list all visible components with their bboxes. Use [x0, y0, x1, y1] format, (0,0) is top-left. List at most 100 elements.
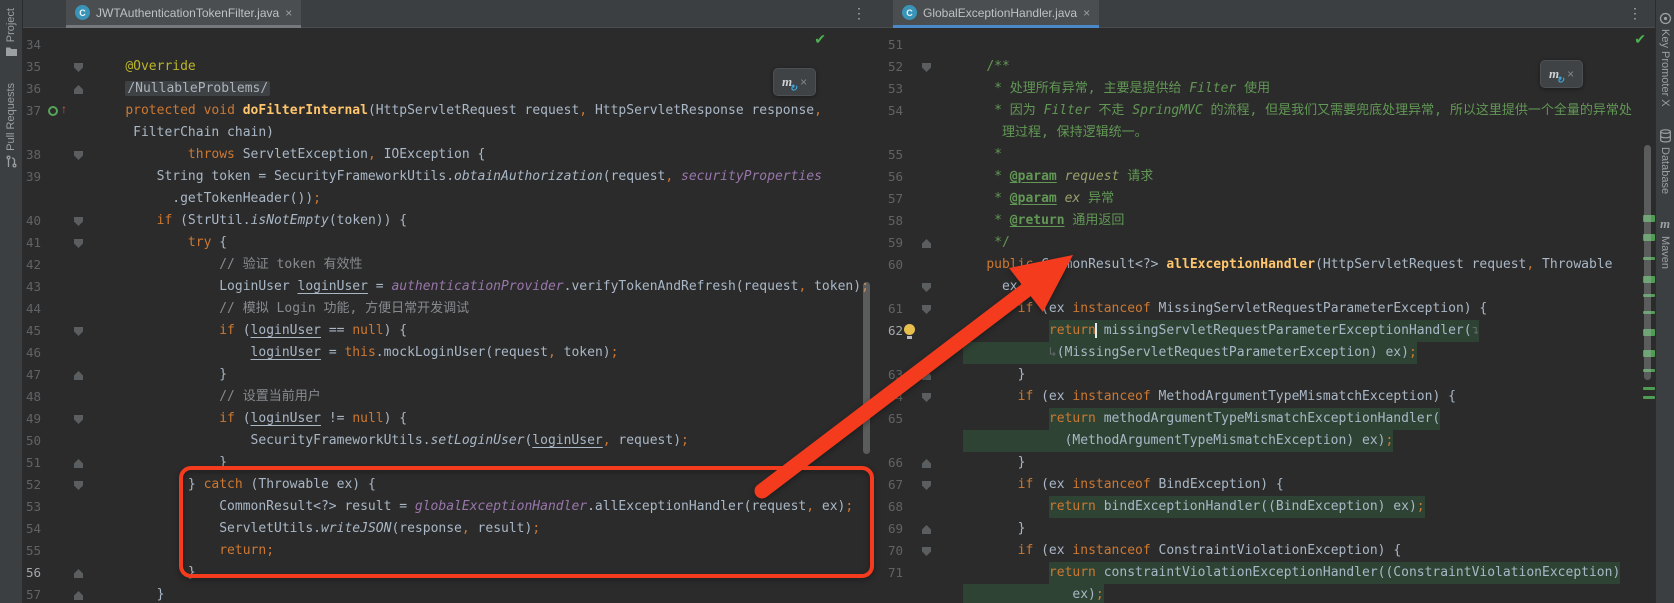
gutter[interactable]: 45: [22, 320, 90, 342]
code-line[interactable]: 56 }: [22, 562, 878, 584]
code-line[interactable]: (MethodArgumentTypeMismatchException) ex…: [878, 430, 1656, 452]
gutter[interactable]: [878, 276, 950, 298]
code-line[interactable]: 57 }: [22, 584, 878, 603]
code-line[interactable]: 56 * @param request 请求: [878, 166, 1656, 188]
line-number[interactable]: 36: [26, 78, 41, 100]
gutter[interactable]: 42: [22, 254, 90, 276]
line-number[interactable]: 47: [26, 364, 41, 386]
close-icon[interactable]: ×: [1567, 67, 1574, 81]
gutter[interactable]: 56: [22, 562, 90, 584]
code-line[interactable]: 68 return bindExceptionHandler((BindExce…: [878, 496, 1656, 518]
line-number[interactable]: 63: [888, 364, 903, 386]
code-line[interactable]: 66 }: [878, 452, 1656, 474]
code-line[interactable]: 70 if (ex instanceof ConstraintViolation…: [878, 540, 1656, 562]
gutter[interactable]: 71: [878, 562, 950, 584]
line-number[interactable]: 51: [26, 452, 41, 474]
code-line[interactable]: 54 * 因为 Filter 不走 SpringMVC 的流程, 但是我们又需要…: [878, 100, 1656, 122]
gutter[interactable]: 57: [878, 188, 950, 210]
code-editor-right[interactable]: 5152 /**53 * 处理所有异常, 主要是提供给 Filter 使用54 …: [878, 28, 1656, 603]
fold-toggle-icon[interactable]: [74, 239, 83, 248]
gutter[interactable]: 46: [22, 342, 90, 364]
code-line[interactable]: 55 *: [878, 144, 1656, 166]
gutter[interactable]: 59: [878, 232, 950, 254]
code-line[interactable]: 67 if (ex instanceof BindException) {: [878, 474, 1656, 496]
code-line[interactable]: 60 public CommonResult<?> allExceptionHa…: [878, 254, 1656, 276]
code-line[interactable]: 62 return missingServletRequestParameter…: [878, 320, 1656, 342]
tab-jwt-authentication-token-filter[interactable]: C JWTAuthenticationTokenFilter.java ×: [66, 0, 301, 28]
gutter[interactable]: 49: [22, 408, 90, 430]
code-line[interactable]: 36 /NullableProblems/: [22, 78, 878, 100]
code-line[interactable]: ex);: [878, 584, 1656, 603]
line-number[interactable]: 66: [888, 452, 903, 474]
code-line[interactable]: 53 CommonResult<?> result = globalExcept…: [22, 496, 878, 518]
line-number[interactable]: 56: [888, 166, 903, 188]
line-number[interactable]: 46: [26, 342, 41, 364]
gutter[interactable]: 58: [878, 210, 950, 232]
code-line[interactable]: ex) {: [878, 276, 1656, 298]
gutter[interactable]: 65: [878, 408, 950, 430]
gutter[interactable]: 54: [878, 100, 950, 122]
line-number[interactable]: 54: [26, 518, 41, 540]
intention-bulb-icon[interactable]: [904, 324, 915, 335]
code-line[interactable]: 71 return constraintViolationExceptionHa…: [878, 562, 1656, 584]
code-line[interactable]: 37↑ protected void doFilterInternal(Http…: [22, 100, 878, 122]
fold-toggle-icon[interactable]: [922, 525, 931, 534]
code-line[interactable]: 44 // 模拟 Login 功能, 方便日常开发调试: [22, 298, 878, 320]
code-line[interactable]: 49 if (loginUser != null) {: [22, 408, 878, 430]
code-line[interactable]: 55 return;: [22, 540, 878, 562]
close-icon[interactable]: ×: [800, 75, 807, 89]
gutter[interactable]: 53: [22, 496, 90, 518]
line-number[interactable]: 54: [888, 100, 903, 122]
fold-toggle-icon[interactable]: [922, 305, 931, 314]
gutter[interactable]: 39: [22, 166, 90, 188]
line-number[interactable]: 43: [26, 276, 41, 298]
fold-toggle-icon[interactable]: [74, 151, 83, 160]
gutter[interactable]: 51: [878, 34, 950, 56]
gutter[interactable]: 52: [22, 474, 90, 496]
line-number[interactable]: 71: [888, 562, 903, 584]
gutter[interactable]: 60: [878, 254, 950, 276]
line-number[interactable]: 59: [888, 232, 903, 254]
code-line[interactable]: 理过程, 保持逻辑统一。: [878, 122, 1656, 144]
code-line[interactable]: 35 @Override: [22, 56, 878, 78]
tool-button-project[interactable]: Project: [0, 8, 22, 57]
gutter[interactable]: [878, 342, 950, 364]
line-number[interactable]: 58: [888, 210, 903, 232]
gutter[interactable]: 40: [22, 210, 90, 232]
code-line[interactable]: 50 SecurityFrameworkUtils.setLoginUser(l…: [22, 430, 878, 452]
code-line[interactable]: 41 try {: [22, 232, 878, 254]
line-number[interactable]: 57: [26, 584, 41, 603]
gutter[interactable]: 55: [22, 540, 90, 562]
gutter[interactable]: 55: [878, 144, 950, 166]
line-number[interactable]: 50: [26, 430, 41, 452]
gutter[interactable]: 35: [22, 56, 90, 78]
fold-toggle-icon[interactable]: [74, 63, 83, 72]
fold-toggle-icon[interactable]: [74, 569, 83, 578]
fold-toggle-icon[interactable]: [74, 481, 83, 490]
line-number[interactable]: 39: [26, 166, 41, 188]
line-number[interactable]: 57: [888, 188, 903, 210]
code-line[interactable]: 61 if (ex instanceof MissingServletReque…: [878, 298, 1656, 320]
line-number[interactable]: 67: [888, 474, 903, 496]
fold-toggle-icon[interactable]: [922, 393, 931, 402]
code-line[interactable]: 51: [878, 34, 1656, 56]
fold-toggle-icon[interactable]: [74, 591, 83, 600]
line-number[interactable]: 42: [26, 254, 41, 276]
line-number[interactable]: 44: [26, 298, 41, 320]
gutter[interactable]: 62: [878, 320, 950, 342]
code-line[interactable]: 48 // 设置当前用户: [22, 386, 878, 408]
tool-button-maven[interactable]: m Maven: [1656, 216, 1674, 269]
line-number[interactable]: 51: [888, 34, 903, 56]
line-number[interactable]: 65: [888, 408, 903, 430]
fold-toggle-icon[interactable]: [74, 415, 83, 424]
gutter[interactable]: 67: [878, 474, 950, 496]
fold-toggle-icon[interactable]: [922, 283, 931, 292]
line-number[interactable]: 45: [26, 320, 41, 342]
code-line[interactable]: 69 }: [878, 518, 1656, 540]
fold-toggle-icon[interactable]: [922, 547, 931, 556]
code-line[interactable]: 40 if (StrUtil.isNotEmpty(token)) {: [22, 210, 878, 232]
tool-button-pull-requests[interactable]: Pull Requests: [0, 83, 22, 168]
code-line[interactable]: 58 * @return 通用返回: [878, 210, 1656, 232]
gutter[interactable]: 64: [878, 386, 950, 408]
assistant-widget[interactable]: m↻ ×: [773, 68, 816, 96]
